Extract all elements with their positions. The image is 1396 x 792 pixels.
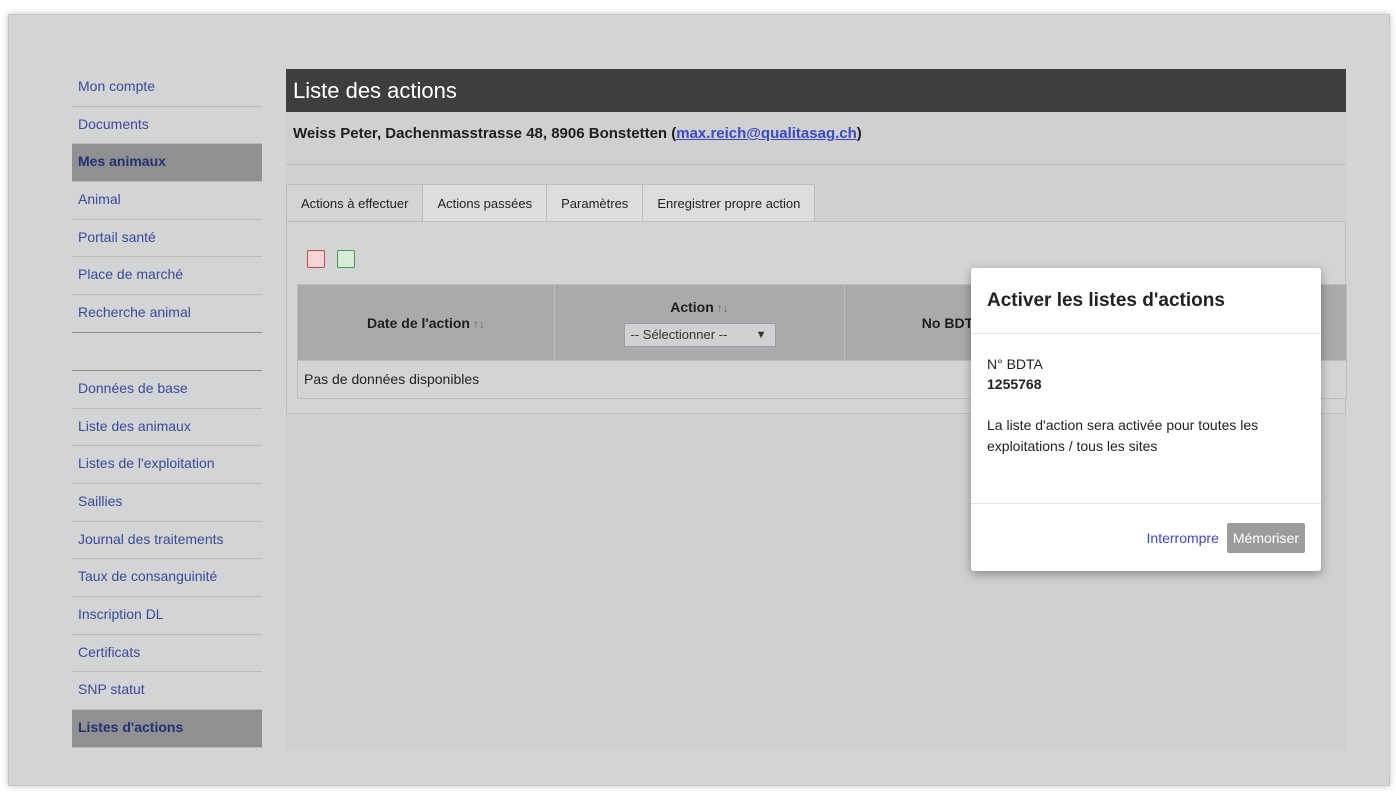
save-button[interactable]: Mémoriser xyxy=(1226,522,1305,553)
action-filter-value: -- Sélectionner -- xyxy=(630,326,728,342)
owner-divider xyxy=(286,157,1346,165)
pdf-icon[interactable] xyxy=(307,250,325,268)
sidebar-item-listes-actions[interactable]: Listes d'actions xyxy=(72,710,262,748)
action-filter-select[interactable]: -- Sélectionner -- ▼ xyxy=(623,322,776,347)
owner-close: ) xyxy=(856,125,862,142)
modal-footer: Interrompre Mémoriser xyxy=(971,503,1321,571)
tab-parametres[interactable]: Paramètres xyxy=(546,184,644,222)
modal-body: N° BDTA 1255768 La liste d'action sera a… xyxy=(971,334,1321,457)
column-date[interactable]: Date de l'action ↑↓ xyxy=(298,285,555,360)
sidebar-item-taux-consanguinite[interactable]: Taux de consanguinité xyxy=(72,559,262,597)
owner-info: Weiss Peter, Dachenmasstrasse 48, 8906 B… xyxy=(286,112,1346,157)
sidebar-item-donnees-de-base[interactable]: Données de base xyxy=(72,370,262,409)
export-toolbar xyxy=(307,250,355,268)
sort-icon: ↑↓ xyxy=(716,300,729,315)
column-date-label: Date de l'action xyxy=(367,314,470,331)
sidebar-item-portail-sante[interactable]: Portail santé xyxy=(72,219,262,258)
sidebar-divider xyxy=(72,333,262,371)
activate-action-lists-modal: Activer les listes d'actions N° BDTA 125… xyxy=(971,268,1321,571)
column-action-label: Action xyxy=(670,298,714,315)
bdta-label: N° BDTA xyxy=(987,356,1043,372)
page-title: Liste des actions xyxy=(286,69,1346,112)
bdta-value: 1255768 xyxy=(987,376,1042,392)
sidebar-item-listes-exploitation[interactable]: Listes de l'exploitation xyxy=(72,446,262,484)
sidebar-item-saillies[interactable]: Saillies xyxy=(72,483,262,522)
tab-enregistrer-propre-action[interactable]: Enregistrer propre action xyxy=(642,184,816,222)
sidebar: Mon compte Documents Mes animaux Animal … xyxy=(72,69,262,748)
owner-text: Weiss Peter, Dachenmasstrasse 48, 8906 B… xyxy=(293,125,677,142)
owner-email-link[interactable]: max.reich@qualitasag.ch xyxy=(676,125,857,142)
sidebar-item-animal[interactable]: Animal xyxy=(72,182,262,220)
tab-actions-a-effectuer[interactable]: Actions à effectuer xyxy=(286,184,424,222)
cancel-button[interactable]: Interrompre xyxy=(1145,526,1221,550)
column-action[interactable]: Action ↑↓ -- Sélectionner -- ▼ xyxy=(555,285,845,360)
sidebar-item-inscription-dl[interactable]: Inscription DL xyxy=(72,596,262,635)
sidebar-item-certificats[interactable]: Certificats xyxy=(72,634,262,673)
sidebar-item-liste-des-animaux[interactable]: Liste des animaux xyxy=(72,408,262,447)
sidebar-item-place-de-marche[interactable]: Place de marché xyxy=(72,257,262,296)
modal-title: Activer les listes d'actions xyxy=(971,268,1321,334)
sidebar-item-mes-animaux[interactable]: Mes animaux xyxy=(72,144,262,183)
excel-icon[interactable] xyxy=(337,250,355,268)
modal-message: La liste d'action sera activée pour tout… xyxy=(987,417,1259,454)
sort-icon: ↑↓ xyxy=(472,316,485,331)
sidebar-item-documents[interactable]: Documents xyxy=(72,106,262,145)
sidebar-item-recherche-animal[interactable]: Recherche animal xyxy=(72,295,262,333)
tab-actions-passees[interactable]: Actions passées xyxy=(422,184,548,222)
tab-bar: Actions à effectuer Actions passées Para… xyxy=(286,184,816,222)
chevron-down-icon: ▼ xyxy=(755,328,767,341)
sidebar-item-snp-statut[interactable]: SNP statut xyxy=(72,672,262,710)
sidebar-item-mon-compte[interactable]: Mon compte xyxy=(72,69,262,107)
sidebar-item-journal-traitements[interactable]: Journal des traitements xyxy=(72,521,262,560)
